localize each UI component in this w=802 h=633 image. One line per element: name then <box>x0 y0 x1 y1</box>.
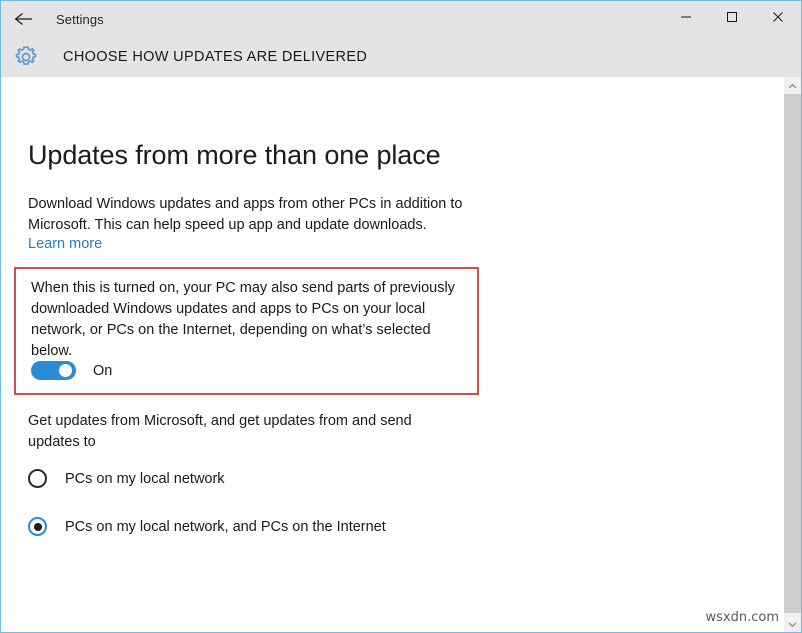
radio-prompt: Get updates from Microsoft, and get upda… <box>28 411 448 453</box>
section-heading: Updates from more than one place <box>28 140 441 171</box>
maximize-icon <box>726 10 738 28</box>
page-header: CHOOSE HOW UPDATES ARE DELIVERED <box>1 37 801 77</box>
scroll-up-button[interactable] <box>784 77 801 94</box>
close-button[interactable] <box>755 1 801 37</box>
learn-more-link[interactable]: Learn more <box>28 236 102 252</box>
toggle-row: On <box>31 361 112 380</box>
minimize-button[interactable] <box>663 1 709 37</box>
highlight-callout: When this is turned on, your PC may also… <box>14 267 479 395</box>
gear-icon <box>3 44 49 70</box>
app-title: Settings <box>56 12 104 27</box>
chevron-up-icon <box>788 77 797 95</box>
scroll-down-button[interactable] <box>784 615 801 632</box>
watermark: wsxdn.com <box>706 610 780 625</box>
scrollbar-thumb[interactable] <box>784 94 801 613</box>
toggle-knob <box>59 364 72 377</box>
title-bar: Settings <box>1 1 801 37</box>
back-arrow-icon <box>14 11 34 27</box>
minimize-icon <box>680 10 692 28</box>
updates-sharing-toggle[interactable] <box>31 361 76 380</box>
page-title: CHOOSE HOW UPDATES ARE DELIVERED <box>63 49 367 65</box>
back-button[interactable] <box>1 1 47 37</box>
toggle-state-label: On <box>93 363 112 379</box>
radio-option-label: PCs on my local network, and PCs on the … <box>65 519 386 535</box>
radio-option-label: PCs on my local network <box>65 471 225 487</box>
content-area: Updates from more than one place Downloa… <box>1 77 784 632</box>
toggle-description: When this is turned on, your PC may also… <box>31 278 471 362</box>
caption-buttons <box>663 1 801 37</box>
radio-option-local-network[interactable]: PCs on my local network <box>28 469 225 488</box>
settings-window: Settings <box>0 0 802 633</box>
chevron-down-icon <box>788 615 797 633</box>
maximize-button[interactable] <box>709 1 755 37</box>
radio-circle-icon <box>28 469 47 488</box>
close-icon <box>772 10 784 28</box>
radio-circle-selected-icon <box>28 517 47 536</box>
radio-option-local-and-internet[interactable]: PCs on my local network, and PCs on the … <box>28 517 386 536</box>
intro-paragraph: Download Windows updates and apps from o… <box>28 194 478 236</box>
vertical-scrollbar[interactable] <box>784 77 801 632</box>
